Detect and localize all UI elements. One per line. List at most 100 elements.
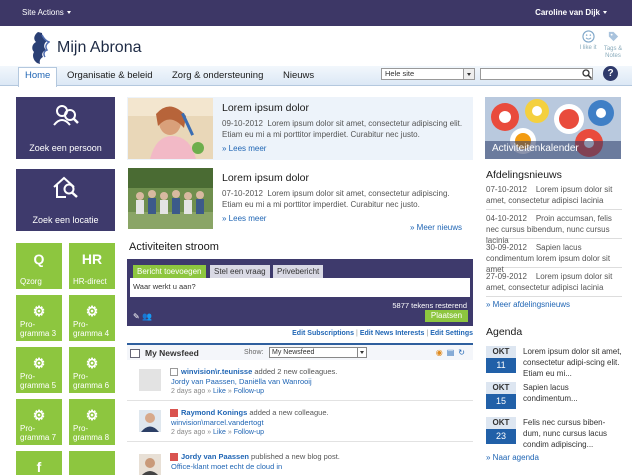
tile-label: Pro- gramma 7 — [20, 424, 57, 442]
follow-up-link[interactable]: Follow-up — [234, 388, 264, 395]
house-search-icon — [53, 176, 78, 198]
tile-programma-7[interactable]: ⚙ Pro- gramma 7 — [16, 399, 62, 445]
tile-label: Zoek een locatie — [32, 215, 99, 225]
dept-news-item[interactable]: 30-09-2012 Sapien lacus condimentum lore… — [486, 242, 622, 274]
read-more-link[interactable]: » Lees meer — [222, 144, 266, 153]
search-input[interactable] — [480, 68, 593, 80]
news-body: 09-10-2012 Lorem ipsum dolor sit amet, c… — [222, 118, 470, 140]
follow-up-link[interactable]: Follow-up — [234, 429, 264, 436]
rss-icon[interactable]: ◉ — [436, 348, 447, 357]
gear-icon: ⚙ — [85, 303, 99, 319]
smiley-icon — [581, 30, 595, 43]
tile-zoek-locatie[interactable]: Zoek een locatie — [16, 169, 115, 231]
more-dept-news-link[interactable]: » Meer afdelingsnieuws — [486, 300, 570, 309]
agenda-item[interactable]: OKT 11 Lorem ipsum dolor sit amet, conse… — [486, 346, 622, 382]
tile-programma-4[interactable]: ⚙ Pro- gramma 4 — [69, 295, 115, 341]
activity-input[interactable]: Waar werkt u aan? — [130, 278, 470, 297]
tab-bericht-toevoegen[interactable]: Bericht toevoegen — [133, 265, 206, 278]
tags-notes-button[interactable]: Tags & Notes — [601, 30, 625, 60]
feed-detail[interactable]: Jordy van Paassen, Daniëlla van Wanrooij — [171, 377, 312, 386]
like-link[interactable]: Like — [213, 388, 226, 395]
person-search-icon — [53, 105, 79, 126]
site-actions-menu[interactable]: Site Actions — [22, 8, 71, 17]
filter-icon[interactable]: ▤ — [447, 348, 459, 357]
hr-icon: HR — [81, 251, 103, 267]
tile-programma-3[interactable]: ⚙ Pro- gramma 3 — [16, 295, 62, 341]
feed-meta: 2 days ago » Like » Follow-up — [171, 388, 265, 395]
tile-facebook[interactable]: f — [16, 451, 62, 475]
user-menu[interactable]: Caroline van Dijk — [535, 8, 607, 17]
feed-actor[interactable]: winvision\r.teunisse — [181, 367, 252, 376]
feed-item: winvision\r.teunisse added 2 new colleag… — [127, 363, 473, 401]
people-icon[interactable]: 👥 — [142, 312, 152, 321]
tile-label: Pro- gramma 3 — [20, 320, 57, 338]
news-image — [128, 168, 213, 229]
edit-subscriptions-link[interactable]: Edit Subscriptions — [292, 330, 354, 337]
dept-news-item[interactable]: 04-10-2012 Proin accumsan, felis nec cur… — [486, 213, 622, 245]
gear-icon: ⚙ — [32, 407, 46, 423]
tile-extra[interactable] — [69, 451, 115, 475]
tile-programma-8[interactable]: ⚙ Pro- gramma 8 — [69, 399, 115, 445]
like-link[interactable]: Like — [213, 429, 226, 436]
dept-news-item[interactable]: 27-09-2012 Lorem ipsum dolor sit amet, c… — [486, 271, 622, 297]
feed-item: Raymond Konings added a new colleague. w… — [127, 404, 473, 442]
to-agenda-link[interactable]: » Naar agenda — [486, 453, 539, 462]
agenda-item[interactable]: OKT 15 Sapien lacus condimentum... — [486, 382, 622, 418]
avatar[interactable] — [139, 454, 161, 475]
pencil-icon[interactable]: ✎ — [133, 312, 140, 321]
tile-programma-6[interactable]: ⚙ Pro- gramma 6 — [69, 347, 115, 393]
tile-label: Qzorg — [20, 277, 42, 286]
feed-detail[interactable]: winvision\marcel.vandertogt — [171, 418, 264, 427]
feed-detail[interactable]: Office-klant moet echt de cloud in — [171, 462, 282, 471]
show-label: Show: — [244, 349, 264, 356]
agenda-day: 15 — [486, 394, 516, 409]
more-news-link[interactable]: » Meer nieuws — [410, 223, 462, 232]
gear-icon: ⚙ — [32, 355, 46, 371]
agenda-text: Sapien lacus condimentum... — [523, 383, 578, 403]
tile-zoek-persoon[interactable]: Zoek een persoon — [16, 97, 115, 159]
edit-settings-link[interactable]: Edit Settings — [430, 330, 473, 337]
colleague-icon — [170, 368, 178, 376]
nav-organisatie[interactable]: Organisatie & beleid — [61, 69, 159, 86]
help-icon[interactable]: ? — [603, 66, 618, 81]
news-date: 09-10-2012 — [222, 119, 263, 128]
post-button[interactable]: Plaatsen — [425, 310, 468, 322]
newsfeed-title: My Newsfeed — [145, 348, 199, 358]
tile-programma-5[interactable]: ⚙ Pro- gramma 5 — [16, 347, 62, 393]
tags-label: Tags & Notes — [603, 46, 623, 59]
gear-icon: ⚙ — [32, 303, 46, 319]
logo-text[interactable]: Mijn Abrona — [57, 39, 142, 57]
like-button[interactable]: I like it — [577, 30, 599, 51]
search-icon[interactable] — [581, 68, 593, 80]
refresh-icon[interactable]: ↻ — [458, 348, 469, 357]
news-body: 07-10-2012 Lorem ipsum dolor sit amet, c… — [222, 188, 470, 210]
tile-qzorg[interactable]: Q Qzorg — [16, 243, 62, 289]
feed-actor[interactable]: Jordy van Paassen — [181, 452, 249, 461]
avatar[interactable] — [139, 410, 161, 432]
agenda-day: 23 — [486, 429, 516, 444]
search-scope-select[interactable]: Hele site — [381, 68, 475, 80]
character-counter: 5877 tekens resterend — [392, 301, 467, 310]
news-title[interactable]: Lorem ipsum dolor — [222, 172, 309, 184]
chevron-down-icon — [66, 11, 71, 15]
calendar-banner-label: Activiteitenkalender — [492, 143, 579, 154]
tab-stel-een-vraag[interactable]: Stel een vraag — [210, 265, 270, 278]
edit-news-interests-link[interactable]: Edit News Interests — [360, 330, 425, 337]
read-more-link[interactable]: » Lees meer — [222, 214, 266, 223]
nav-nieuws[interactable]: Nieuws — [277, 69, 320, 86]
avatar[interactable] — [139, 369, 161, 391]
feed-actor[interactable]: Raymond Konings — [181, 408, 247, 417]
nav-zorg[interactable]: Zorg & ondersteuning — [166, 69, 269, 86]
dept-news-item[interactable]: 07-10-2012 Lorem ipsum dolor sit amet, c… — [486, 184, 622, 210]
colleague-icon — [170, 409, 178, 417]
news-date: 07-10-2012 — [222, 189, 263, 198]
newsfeed-filter-select[interactable]: My Newsfeed — [269, 347, 367, 358]
agenda-item[interactable]: OKT 23 Felis nec cursus biben-dum, nunc … — [486, 417, 622, 453]
agenda-text: Lorem ipsum dolor sit amet, consectetur … — [523, 347, 622, 378]
agenda-day: 11 — [486, 358, 516, 373]
tab-privebericht[interactable]: Privebericht — [273, 265, 324, 278]
news-title[interactable]: Lorem ipsum dolor — [222, 102, 309, 114]
nav-home[interactable]: Home — [18, 67, 58, 87]
activity-calendar-banner[interactable]: Activiteitenkalender — [485, 97, 621, 159]
tile-hr-direct[interactable]: HR HR-direct — [69, 243, 115, 289]
